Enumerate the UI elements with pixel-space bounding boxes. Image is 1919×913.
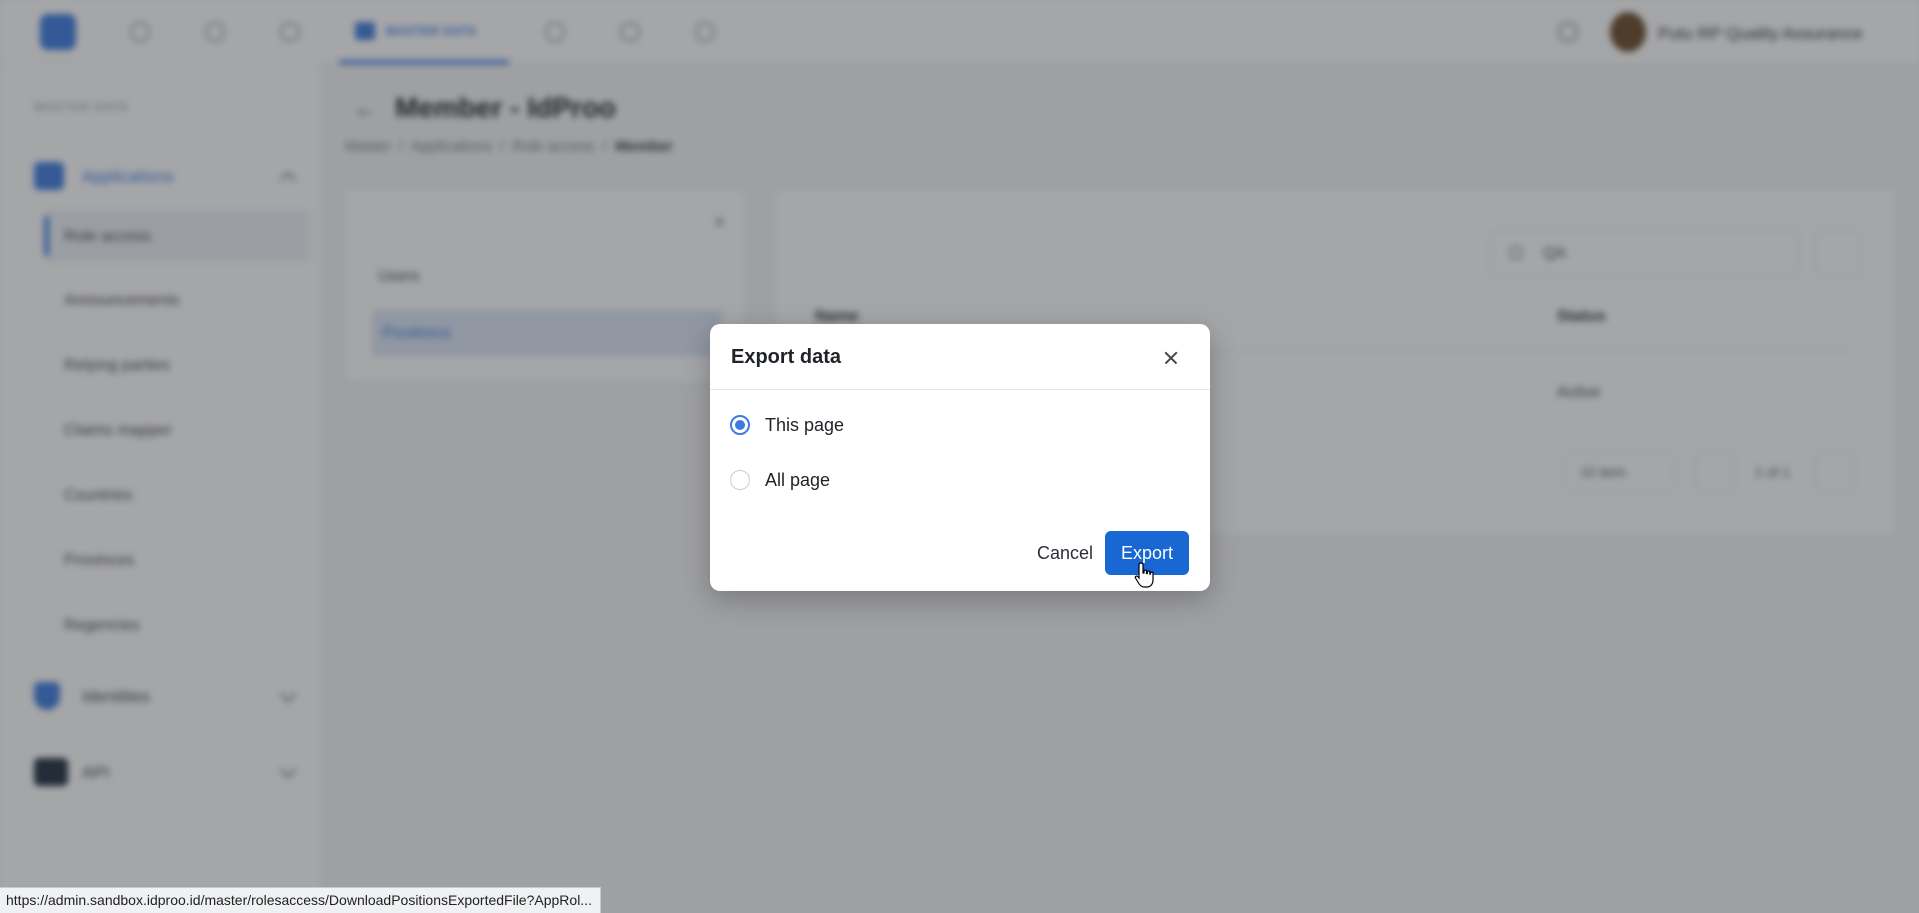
- option-label[interactable]: All page: [765, 470, 830, 491]
- close-icon[interactable]: [1157, 344, 1185, 372]
- export-data-dialog: Export data This page All page Cancel Ex…: [710, 324, 1210, 591]
- dialog-divider: [710, 389, 1210, 390]
- option-label[interactable]: This page: [765, 415, 844, 436]
- browser-status-bar: https://admin.sandbox.idproo.id/master/r…: [0, 887, 601, 913]
- radio-this-page[interactable]: [730, 415, 750, 435]
- cancel-button[interactable]: Cancel: [1010, 531, 1120, 575]
- dialog-title: Export data: [731, 346, 842, 368]
- status-url: https://admin.sandbox.idproo.id/master/r…: [6, 892, 592, 908]
- hand-cursor-icon: [1134, 562, 1154, 588]
- radio-all-page[interactable]: [730, 470, 750, 490]
